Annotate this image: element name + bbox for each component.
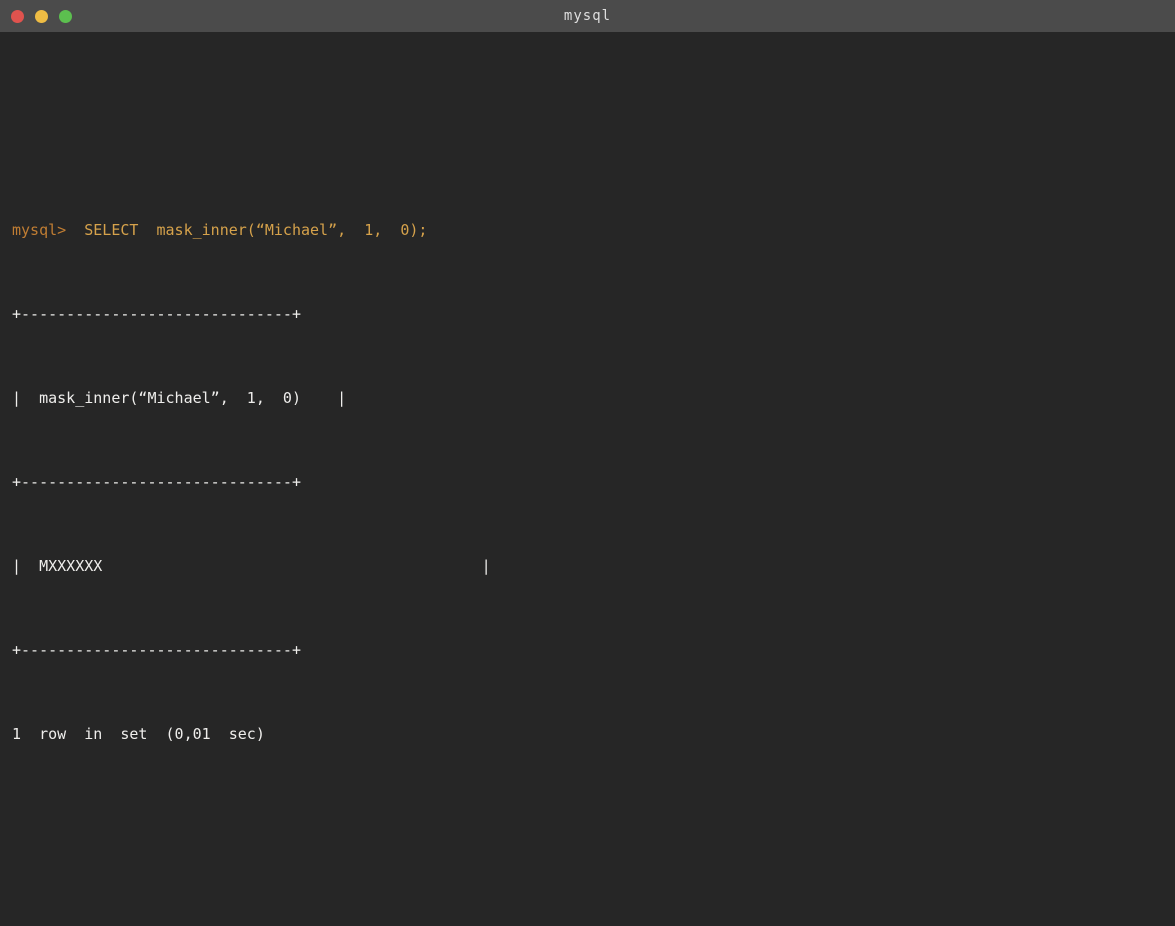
- sql-query: SELECT mask_inner(“Michael”, 1, 0);: [66, 221, 427, 239]
- table-mid-border: +------------------------------+: [12, 468, 1163, 496]
- table-header-row: | mask_inner(“Michael”, 1, 0) |: [12, 384, 1163, 412]
- query-line: mysql> SELECT mask_inner(“Michael”, 1, 0…: [12, 216, 1163, 244]
- window-title: mysql: [564, 8, 611, 24]
- table-bottom-border: +------------------------------+: [12, 636, 1163, 664]
- status-line: 1 row in set (0,01 sec): [12, 720, 1163, 748]
- table-result-row: | MXXXXXX |: [12, 552, 1163, 580]
- terminal-screen[interactable]: mysql> SELECT mask_inner(“Michael”, 1, 0…: [0, 32, 1175, 926]
- traffic-lights: [11, 0, 72, 32]
- query-block-1: mysql> SELECT mask_inner(“Michael”, 1, 0…: [12, 160, 1163, 804]
- zoom-button[interactable]: [59, 10, 72, 23]
- window-titlebar: mysql: [0, 0, 1175, 32]
- table-top-border: +------------------------------+: [12, 300, 1163, 328]
- terminal-window: mysql mysql> SELECT mask_inner(“Michael”…: [0, 0, 1175, 926]
- mysql-prompt: mysql>: [12, 221, 66, 239]
- minimize-button[interactable]: [35, 10, 48, 23]
- close-button[interactable]: [11, 10, 24, 23]
